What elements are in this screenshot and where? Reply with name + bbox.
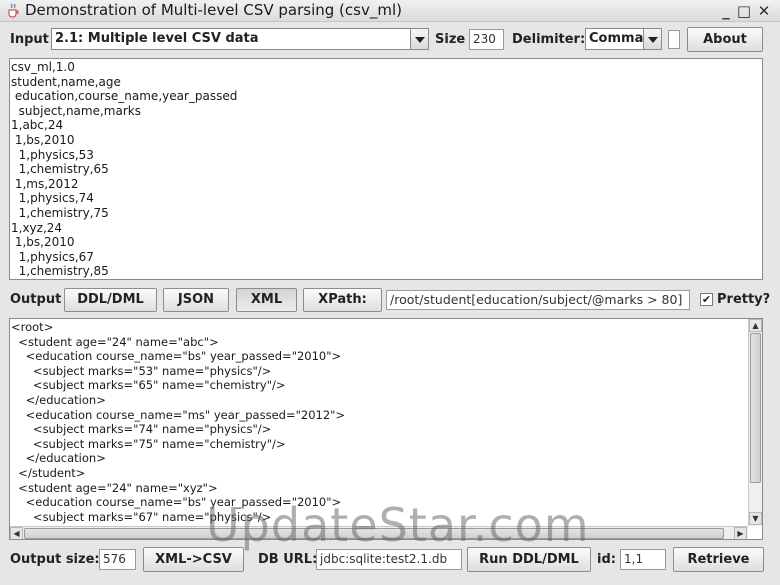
scroll-right-icon[interactable]: ▶ — [734, 527, 747, 539]
xpath-button[interactable]: XPath: — [303, 288, 382, 312]
vertical-scroll-thumb[interactable] — [750, 333, 761, 483]
id-label: id: — [597, 552, 616, 567]
scroll-down-icon[interactable]: ▼ — [749, 512, 762, 525]
watermark-text: UpdateStar.com — [206, 498, 590, 552]
minimize-icon[interactable]: _ — [717, 2, 735, 20]
output-size-label: Output size: — [10, 552, 100, 567]
close-icon[interactable]: ✕ — [755, 2, 773, 20]
checkmark-icon: ✔ — [701, 293, 712, 306]
delimiter-select[interactable]: Comma — [585, 28, 662, 50]
input-select[interactable]: 2.1: Multiple level CSV data — [51, 28, 429, 50]
output-vertical-scrollbar[interactable]: ▲ ▼ — [748, 319, 762, 526]
pretty-checkbox[interactable]: ✔ — [700, 293, 713, 306]
dropdown-arrow-icon[interactable] — [643, 29, 661, 49]
delimiter-label: Delimiter: — [512, 32, 586, 47]
xpath-input[interactable]: /root/student[education/subject/@marks >… — [386, 290, 690, 310]
ddl-dml-button[interactable]: DDL/DML — [64, 288, 157, 312]
size-field[interactable]: 230 — [469, 29, 504, 50]
output-label: Output — [10, 292, 62, 307]
delimiter-custom-field[interactable] — [668, 30, 680, 49]
xml-button[interactable]: XML — [236, 288, 297, 312]
delimiter-select-value: Comma — [589, 31, 644, 46]
retrieve-button[interactable]: Retrieve — [673, 547, 764, 572]
input-label: Input — [10, 32, 49, 47]
scroll-up-icon[interactable]: ▲ — [749, 319, 762, 332]
output-xml-text: <root> <student age="24" name="abc"> <ed… — [11, 320, 346, 524]
dropdown-arrow-icon[interactable] — [410, 29, 428, 49]
db-url-label: DB URL: — [258, 552, 318, 567]
input-select-value: 2.1: Multiple level CSV data — [55, 31, 259, 46]
about-button[interactable]: About — [687, 27, 763, 52]
output-size-field: 576 — [99, 549, 136, 570]
java-cup-icon — [8, 3, 19, 18]
size-label: Size — [435, 32, 466, 47]
db-url-input[interactable]: jdbc:sqlite:test2.1.db — [316, 549, 462, 570]
title-bar: Demonstration of Multi-level CSV parsing… — [0, 0, 780, 22]
pretty-label: Pretty? — [717, 292, 771, 307]
id-input[interactable]: 1,1 — [620, 549, 666, 570]
json-button[interactable]: JSON — [163, 288, 229, 312]
scroll-left-icon[interactable]: ◀ — [10, 527, 23, 539]
window-title: Demonstration of Multi-level CSV parsing… — [25, 1, 402, 19]
maximize-icon[interactable]: □ — [735, 2, 753, 20]
input-csv-text: csv_ml,1.0 student,name,age education,co… — [11, 60, 238, 279]
input-text-area[interactable]: csv_ml,1.0 student,name,age education,co… — [9, 58, 763, 280]
